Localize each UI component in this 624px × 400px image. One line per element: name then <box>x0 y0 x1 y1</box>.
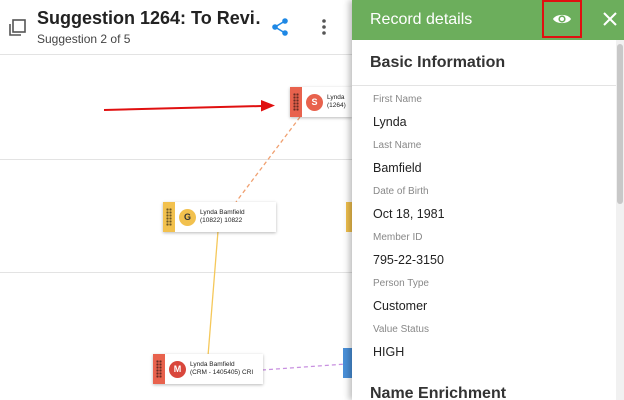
node-badge: G <box>179 208 196 226</box>
graph-node-suggestion[interactable]: S Lynda (1264) <box>290 87 352 117</box>
node-drag-handle[interactable] <box>153 354 165 384</box>
node-label-id: (1264) <box>327 102 346 109</box>
node-drag-handle[interactable] <box>290 87 302 117</box>
panel-body: Basic Information First Name Lynda Last … <box>352 40 624 400</box>
relationship-graph[interactable]: S Lynda (1264) G Lynda Bamfield (10822) … <box>0 54 352 400</box>
share-icon[interactable] <box>270 17 290 37</box>
node-label-id: (CRM - 1405405) CRI <box>190 369 254 376</box>
record-details-panel: Record details Basic Information First N… <box>352 0 624 400</box>
field-value-person-type: Customer <box>373 299 428 313</box>
edge-yellow <box>207 230 219 357</box>
suggestion-counter: Suggestion 2 of 5 <box>37 32 131 46</box>
more-vert-icon[interactable] <box>318 17 330 37</box>
node-drag-handle[interactable] <box>163 202 175 232</box>
eye-icon <box>553 14 571 24</box>
field-label-dob: Date of Birth <box>373 186 429 197</box>
close-icon[interactable] <box>602 11 618 27</box>
field-value-dob: Oct 18, 1981 <box>373 207 445 221</box>
node-label-name: Lynda Bamfield <box>190 361 235 368</box>
field-label-value-status: Value Status <box>373 324 429 335</box>
field-value-member-id: 795-22-3150 <box>373 253 444 267</box>
scrollbar-thumb[interactable] <box>617 44 623 204</box>
panel-scrollbar[interactable] <box>616 40 624 400</box>
node-label: Lynda (1264) <box>327 94 346 110</box>
node-badge: S <box>306 93 323 111</box>
edge-orange <box>235 116 301 203</box>
app-root: Suggestion 1264: To Revi… Suggestion 2 o… <box>0 0 624 400</box>
field-value-last-name: Bamfield <box>373 161 422 175</box>
field-label-first-name: First Name <box>373 94 422 105</box>
section-title-enrichment: Name Enrichment <box>370 385 507 400</box>
node-label: Lynda Bamfield (CRM - 1405405) CRI <box>190 361 253 377</box>
panel-title: Record details <box>370 11 473 28</box>
annotation-arrow-line <box>103 105 263 111</box>
edge-purple <box>261 363 347 371</box>
section-title-basic: Basic Information <box>370 54 506 71</box>
node-label-name: Lynda Bamfield <box>200 209 245 216</box>
field-value-value-status: HIGH <box>373 345 405 359</box>
copy-icon[interactable] <box>7 18 27 38</box>
field-label-member-id: Member ID <box>373 232 423 243</box>
node-label-name: Lynda <box>327 94 345 101</box>
view-record-button[interactable] <box>542 0 582 38</box>
node-label-id: (10822) 10822 <box>200 217 243 224</box>
node-badge: M <box>169 360 186 378</box>
field-value-first-name: Lynda <box>373 115 407 129</box>
graph-node-golden[interactable]: G Lynda Bamfield (10822) 10822 <box>163 202 276 232</box>
graph-node-offscreen[interactable] <box>343 348 352 378</box>
graph-node-master[interactable]: M Lynda Bamfield (CRM - 1405405) CRI <box>153 354 263 384</box>
section-divider <box>352 85 616 86</box>
panel-header: Record details <box>352 0 624 40</box>
page-title: Suggestion 1264: To Revi… <box>37 8 262 28</box>
field-label-person-type: Person Type <box>373 278 429 289</box>
suggestion-header: Suggestion 1264: To Revi… Suggestion 2 o… <box>0 0 352 54</box>
annotation-arrow-head <box>261 100 275 112</box>
field-label-last-name: Last Name <box>373 140 422 151</box>
node-label: Lynda Bamfield (10822) 10822 <box>200 209 245 225</box>
